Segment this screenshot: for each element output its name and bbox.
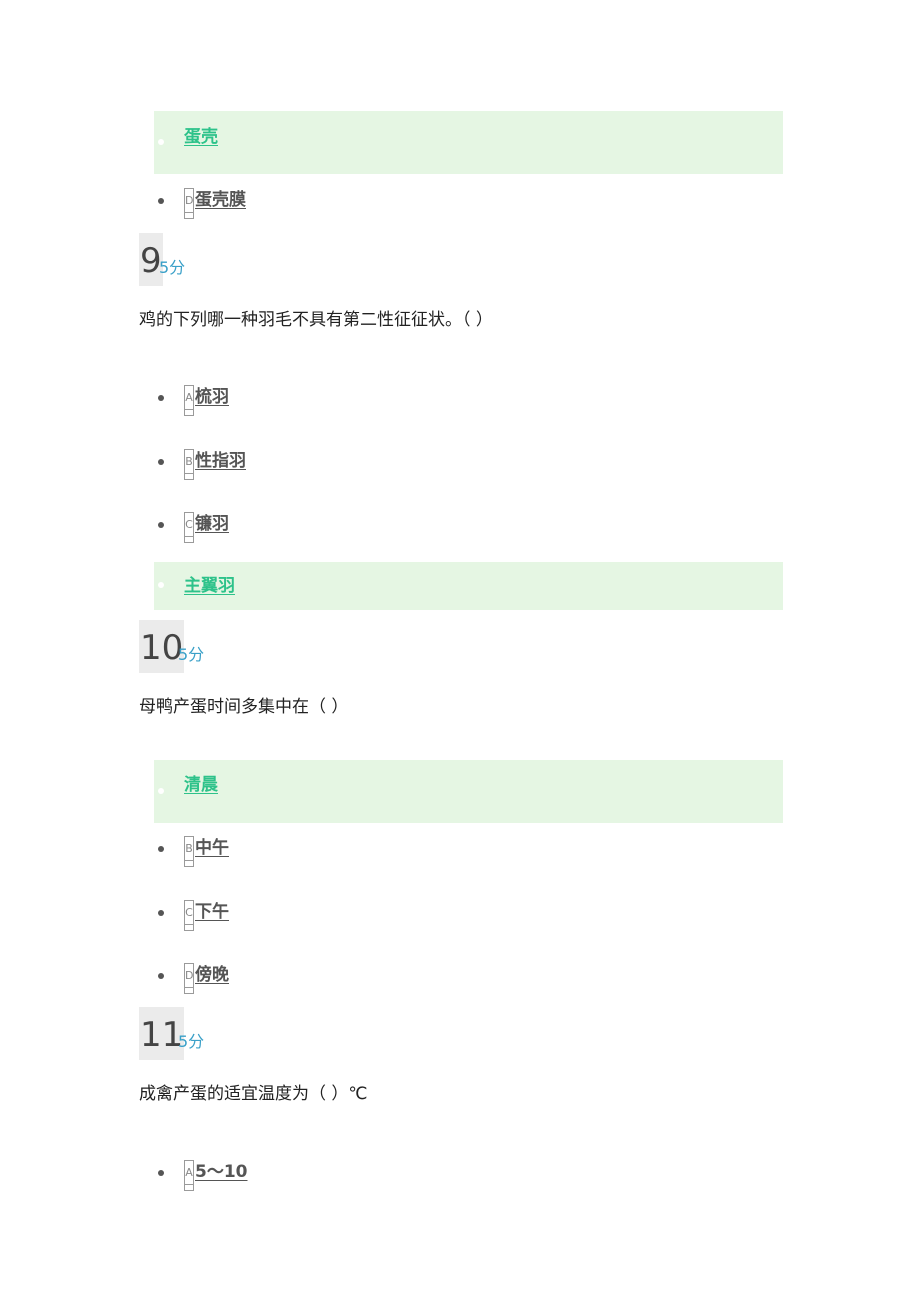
- bullet-icon: [158, 395, 164, 401]
- option-correct[interactable]: 蛋壳: [154, 111, 783, 174]
- option-d[interactable]: D 蛋壳膜: [154, 178, 783, 226]
- quiz-page: 蛋壳 D 蛋壳膜 9 5分 鸡的下列哪一种羽毛不具有第二性征征状。（ ） A 梳…: [0, 0, 920, 1302]
- option-letter: C: [184, 512, 194, 536]
- option-c[interactable]: C 镰羽: [154, 502, 783, 550]
- option-letter-marker: [184, 924, 194, 931]
- option-letter: B: [184, 836, 194, 860]
- option-text[interactable]: 镰羽: [195, 512, 229, 536]
- question-score: 5分: [159, 258, 186, 277]
- question-text: 成禽产蛋的适宜温度为（ ）℃: [139, 1084, 368, 1104]
- question-text: 母鸭产蛋时间多集中在（ ）: [139, 697, 349, 717]
- option-a[interactable]: A 梳羽: [154, 375, 783, 423]
- bullet-icon: [158, 1170, 164, 1176]
- option-a[interactable]: A 5～10: [154, 1150, 783, 1198]
- bullet-icon: [158, 198, 164, 204]
- option-correct[interactable]: 主翼羽: [154, 562, 783, 610]
- option-letter: D: [184, 963, 194, 987]
- option-letter: A: [184, 1160, 194, 1184]
- bullet-icon: [158, 459, 164, 465]
- bullet-icon: [158, 522, 164, 528]
- bullet-icon: [158, 788, 164, 794]
- option-correct[interactable]: 清晨: [154, 760, 783, 823]
- option-text[interactable]: 性指羽: [195, 449, 246, 473]
- question-score: 5分: [178, 645, 205, 664]
- option-text[interactable]: 下午: [195, 900, 229, 924]
- option-letter-marker: [184, 536, 194, 543]
- bullet-icon: [158, 139, 164, 145]
- bullet-icon: [158, 582, 164, 588]
- option-letter: A: [184, 385, 194, 409]
- option-text[interactable]: 蛋壳膜: [195, 188, 246, 212]
- option-letter: C: [184, 900, 194, 924]
- option-letter: D: [184, 188, 194, 212]
- option-b[interactable]: B 性指羽: [154, 439, 783, 487]
- option-letter-marker: [184, 473, 194, 480]
- option-text[interactable]: 清晨: [184, 773, 218, 797]
- question-score: 5分: [178, 1032, 205, 1051]
- option-text[interactable]: 5～10: [195, 1160, 248, 1184]
- option-letter-marker: [184, 987, 194, 994]
- option-text[interactable]: 中午: [195, 836, 229, 860]
- option-b[interactable]: B 中午: [154, 826, 783, 874]
- bullet-icon: [158, 910, 164, 916]
- bullet-icon: [158, 846, 164, 852]
- option-text[interactable]: 傍晚: [195, 963, 229, 987]
- option-c[interactable]: C 下午: [154, 890, 783, 938]
- option-letter-marker: [184, 409, 194, 416]
- option-letter-marker: [184, 212, 194, 219]
- option-letter-marker: [184, 1184, 194, 1191]
- option-letter: B: [184, 449, 194, 473]
- option-letter-marker: [184, 860, 194, 867]
- option-text[interactable]: 主翼羽: [184, 574, 235, 598]
- bullet-icon: [158, 973, 164, 979]
- option-d[interactable]: D 傍晚: [154, 953, 783, 1001]
- question-text: 鸡的下列哪一种羽毛不具有第二性征征状。（ ）: [139, 310, 493, 330]
- option-text[interactable]: 蛋壳: [184, 125, 218, 149]
- option-text[interactable]: 梳羽: [195, 385, 229, 409]
